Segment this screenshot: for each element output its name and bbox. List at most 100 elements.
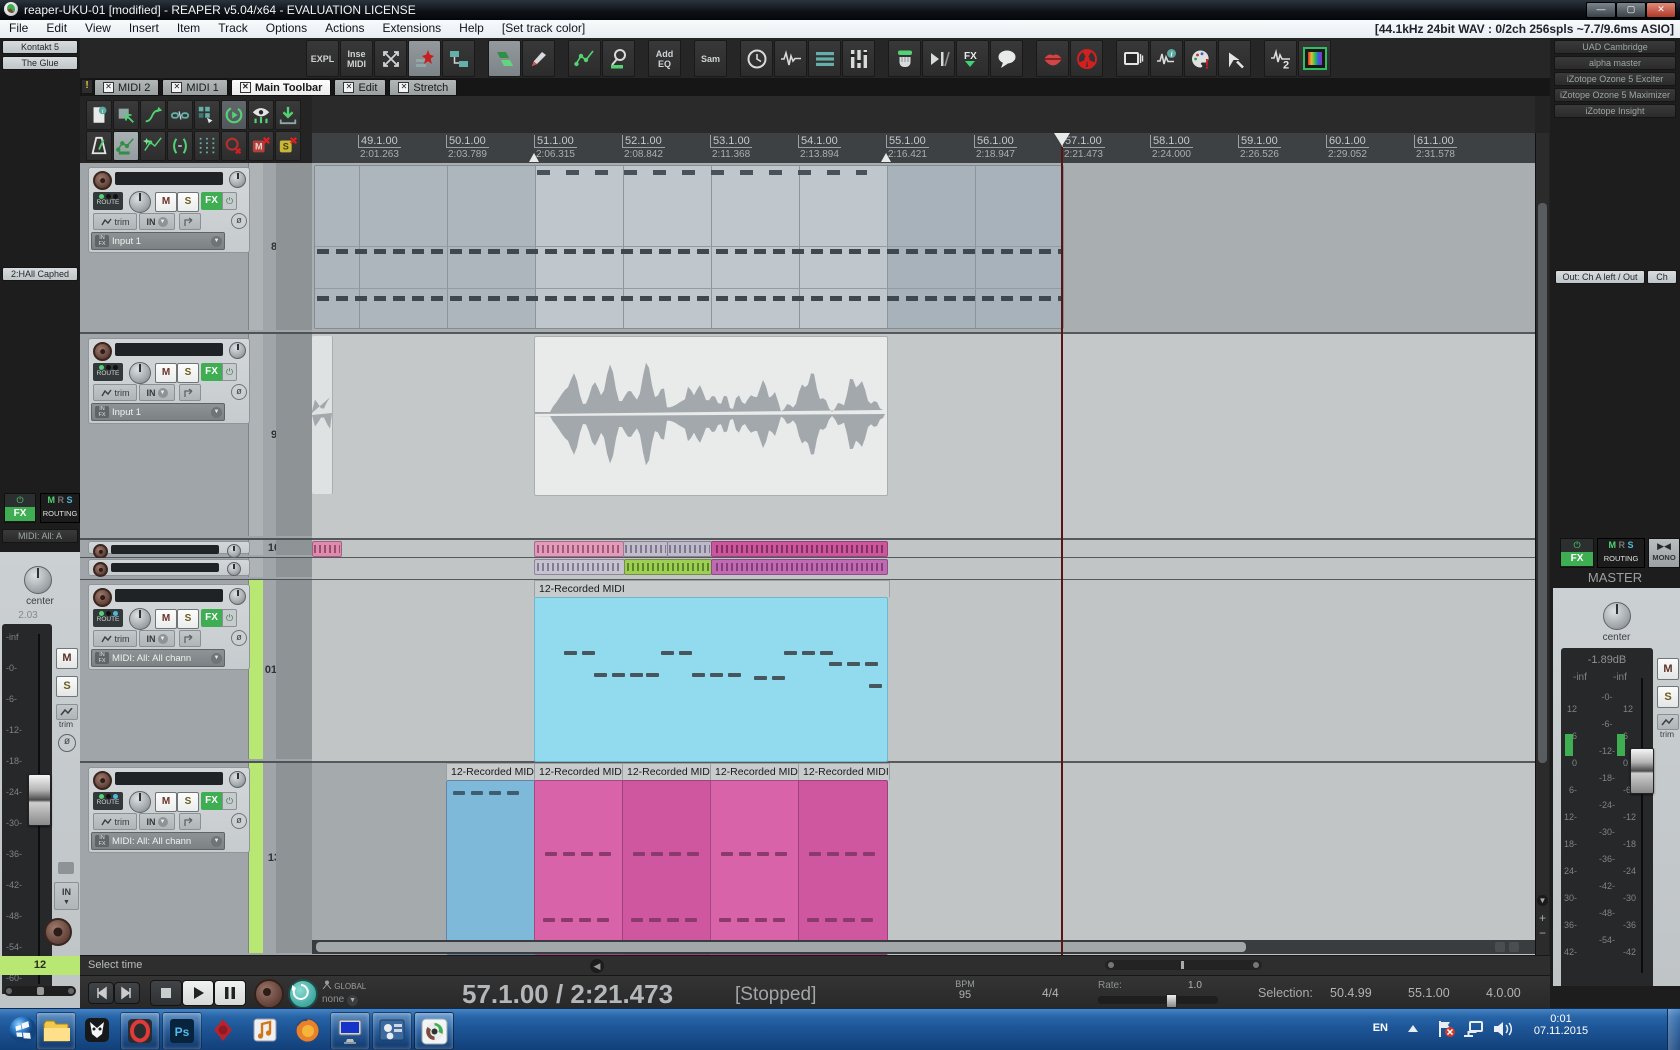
import-project-icon[interactable]	[113, 100, 139, 130]
master-fx-item[interactable]: iZotope Ozone 5 Maximizer	[1554, 88, 1676, 102]
hand-scroll-icon[interactable]	[888, 40, 921, 77]
volume-knob[interactable]	[229, 771, 246, 788]
route-button[interactable]: ROUTE	[93, 363, 123, 381]
vertical-scrollbar[interactable]: ▼ + −	[1535, 133, 1549, 955]
route-button[interactable]: ROUTE	[93, 792, 123, 810]
phase-button[interactable]: ø	[231, 213, 247, 229]
master-fx-item[interactable]: alpha master	[1554, 56, 1676, 70]
midi-item-cyan[interactable]	[534, 597, 888, 762]
input-selector[interactable]: IN FX Input 1 ▼	[91, 403, 225, 421]
speech-bubble-icon[interactable]	[990, 40, 1023, 77]
palette-alert-icon[interactable]: !	[1184, 40, 1217, 77]
solo-button[interactable]: S	[177, 363, 199, 383]
trim-button[interactable]: trim	[93, 213, 137, 230]
tab-midi-2[interactable]: ✕ MIDI 2	[94, 79, 160, 96]
input-selector[interactable]: IN FX Input 1 ▼	[91, 232, 225, 250]
mute-button[interactable]: M	[155, 609, 177, 629]
audio-item-small[interactable]	[623, 541, 668, 557]
track-name-field[interactable]	[111, 545, 219, 554]
unlink-icon[interactable]	[167, 100, 193, 130]
midi-item-label[interactable]: 12-Recorded MIDI	[710, 763, 802, 780]
menu-actions[interactable]: Actions	[316, 20, 373, 36]
tcp-panel[interactable]: ROUTE M S FX ⏻ ø trim IN ▼ IN FX Input 1 ▼	[88, 338, 250, 424]
midi-item-pink[interactable]	[534, 780, 624, 955]
fx-button[interactable]: FX ⏻	[201, 363, 237, 381]
menu-track[interactable]: Track	[209, 20, 257, 36]
curve-tool-icon[interactable]	[140, 100, 166, 130]
midi-item-pink[interactable]	[622, 780, 712, 955]
track-row-8[interactable]	[312, 163, 1535, 334]
remote-desktop-taskbar-icon[interactable]	[330, 1012, 370, 1050]
transport-position[interactable]: 57.1.00 / 2:21.473	[462, 979, 673, 1010]
menu-item[interactable]: Item	[168, 20, 209, 36]
mixer-icon[interactable]	[842, 40, 875, 77]
audio-item-small[interactable]	[534, 559, 625, 575]
explorer-button[interactable]: EXPL	[306, 40, 339, 77]
track-name-field[interactable]	[111, 563, 219, 572]
tray-flag-icon[interactable]	[1436, 1019, 1456, 1044]
vzoom-menu-button[interactable]: ▼	[1537, 895, 1548, 906]
speaker-icon[interactable]	[58, 862, 74, 874]
photoshop-taskbar-icon[interactable]: Ps	[162, 1012, 202, 1050]
fx-item[interactable]: The Glue	[2, 56, 78, 70]
doc-info-icon[interactable]: i	[86, 100, 112, 130]
master-fx-item[interactable]: UAD Cambridge	[1554, 40, 1676, 54]
horizontal-scrollbar[interactable]	[312, 940, 1535, 954]
mute-button[interactable]: M	[155, 192, 177, 212]
hzoom-out-button[interactable]	[1495, 942, 1505, 952]
tab-stretch[interactable]: ✕ Stretch	[389, 79, 458, 96]
menu-edit[interactable]: Edit	[37, 20, 76, 36]
loop-play-icon[interactable]	[221, 100, 247, 130]
maximize-button[interactable]: ▢	[1616, 2, 1646, 18]
wave-2-icon[interactable]: 2	[1264, 40, 1297, 77]
clock-icon[interactable]	[740, 40, 773, 77]
record-arm-button[interactable]	[93, 544, 108, 559]
solo-button[interactable]: S	[56, 676, 78, 697]
tab-edit[interactable]: ✕ Edit	[334, 79, 387, 96]
pick-arrow-icon[interactable]	[1218, 40, 1251, 77]
envelope-edit-icon[interactable]	[113, 131, 139, 161]
volume-knob[interactable]	[227, 544, 241, 558]
no-mute-icon[interactable]: M	[248, 131, 274, 161]
trim-button[interactable]: trim	[93, 813, 137, 830]
record-arm-button[interactable]	[93, 342, 112, 361]
trim-button[interactable]: trim	[93, 630, 137, 647]
go-end-button[interactable]	[114, 982, 140, 1004]
midi-item-label[interactable]: 12-Recorded MIDI	[446, 763, 538, 780]
pan-knob[interactable]	[129, 362, 151, 384]
solo-button[interactable]: S	[177, 792, 199, 812]
tcp-panel[interactable]: ROUTE M S FX ⏻ ø trim IN ▼ IN FX Input 1 ▼	[88, 167, 250, 253]
eye-mixer-icon[interactable]	[248, 100, 274, 130]
tab-close-icon[interactable]: ✕	[343, 82, 355, 93]
master-out-ch[interactable]: Ch	[1647, 270, 1677, 284]
mono-button[interactable]: ▶◀ MONO	[1648, 538, 1680, 568]
track-row-9[interactable]	[312, 334, 1535, 540]
track-row-10b[interactable]	[312, 558, 1535, 581]
wave-info-icon[interactable]: i	[1150, 40, 1183, 77]
envelope-add-icon[interactable]	[140, 131, 166, 161]
midi-item-label[interactable]: 12-Recorded MIDI	[534, 763, 626, 780]
phase-button[interactable]: ø	[231, 630, 247, 646]
audio-item-small[interactable]	[534, 541, 624, 557]
time-signature[interactable]: 4/4	[1042, 986, 1059, 1000]
fx-item[interactable]: Kontakt 5	[2, 40, 78, 54]
track-name-field[interactable]	[115, 343, 223, 356]
audio-item-small[interactable]	[711, 559, 888, 575]
midi-item-pink[interactable]	[710, 780, 800, 955]
fx-icon[interactable]: FX	[956, 40, 989, 77]
menu-options[interactable]: Options	[257, 20, 316, 36]
menu-help[interactable]: Help	[450, 20, 493, 36]
pencil-icon[interactable]	[522, 40, 555, 77]
color-rainbow-icon[interactable]	[1298, 40, 1331, 77]
master-pan-knob[interactable]	[1603, 602, 1631, 630]
tab-overflow-button[interactable]: !	[82, 80, 92, 93]
master-mute-button[interactable]: M	[1657, 658, 1679, 680]
waveform-icon[interactable]	[774, 40, 807, 77]
radiation-icon[interactable]	[1070, 40, 1103, 77]
no-solo-icon[interactable]: S	[275, 131, 301, 161]
midi-item-label[interactable]: 12-Recorded MIDI	[622, 763, 714, 780]
io-button[interactable]: 2:HAll Caphed	[2, 267, 78, 281]
move-items-icon[interactable]	[488, 40, 521, 77]
selection-length[interactable]: 4.0.00	[1486, 986, 1521, 1000]
download-icon[interactable]	[275, 100, 301, 130]
